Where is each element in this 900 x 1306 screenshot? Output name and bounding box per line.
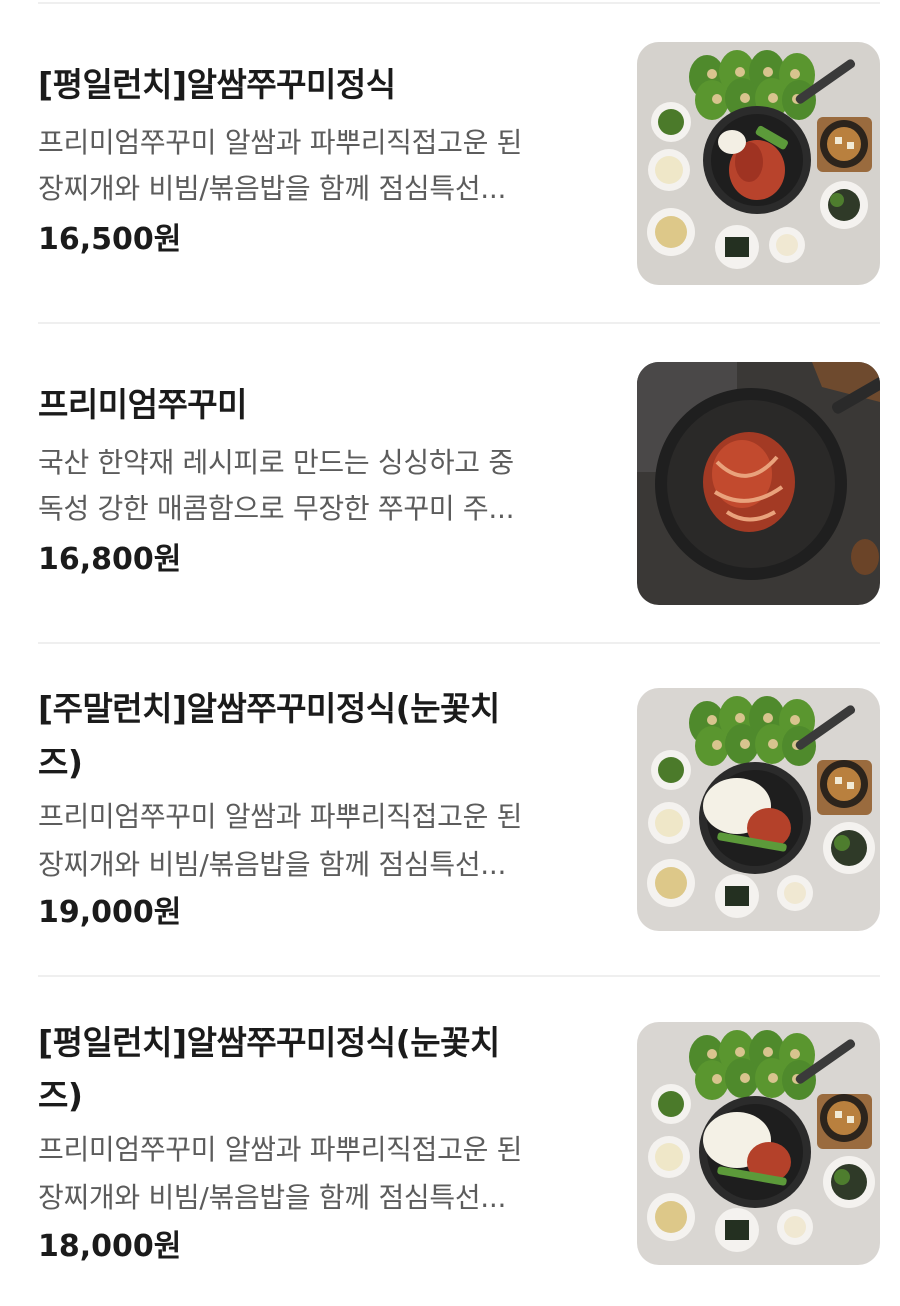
menu-item-description-line2: 장찌개와 비빔/볶음밥을 함께 점심특선... — [38, 1181, 507, 1214]
menu-item-photo[interactable] — [637, 1022, 880, 1265]
menu-item-title-line2: 즈) — [38, 1076, 83, 1115]
menu-item-description-line1: 프리미엄쭈꾸미 알쌈과 파뿌리직접고운 된 — [38, 1133, 523, 1166]
menu-list: [평일런치]알쌈쭈꾸미정식 프리미엄쭈꾸미 알쌈과 파뿌리직접고운 된 장찌개와… — [0, 0, 900, 1306]
menu-item-price: 18,000원 — [38, 1229, 182, 1264]
menu-item-title-line1: [평일런치]알쌈쭈꾸미정식(눈꽃치 — [38, 1023, 500, 1062]
menu-item[interactable]: [평일런치]알쌈쭈꾸미정식(눈꽃치 즈) 프리미엄쭈꾸미 알쌈과 파뿌리직접고운… — [0, 0, 900, 1306]
